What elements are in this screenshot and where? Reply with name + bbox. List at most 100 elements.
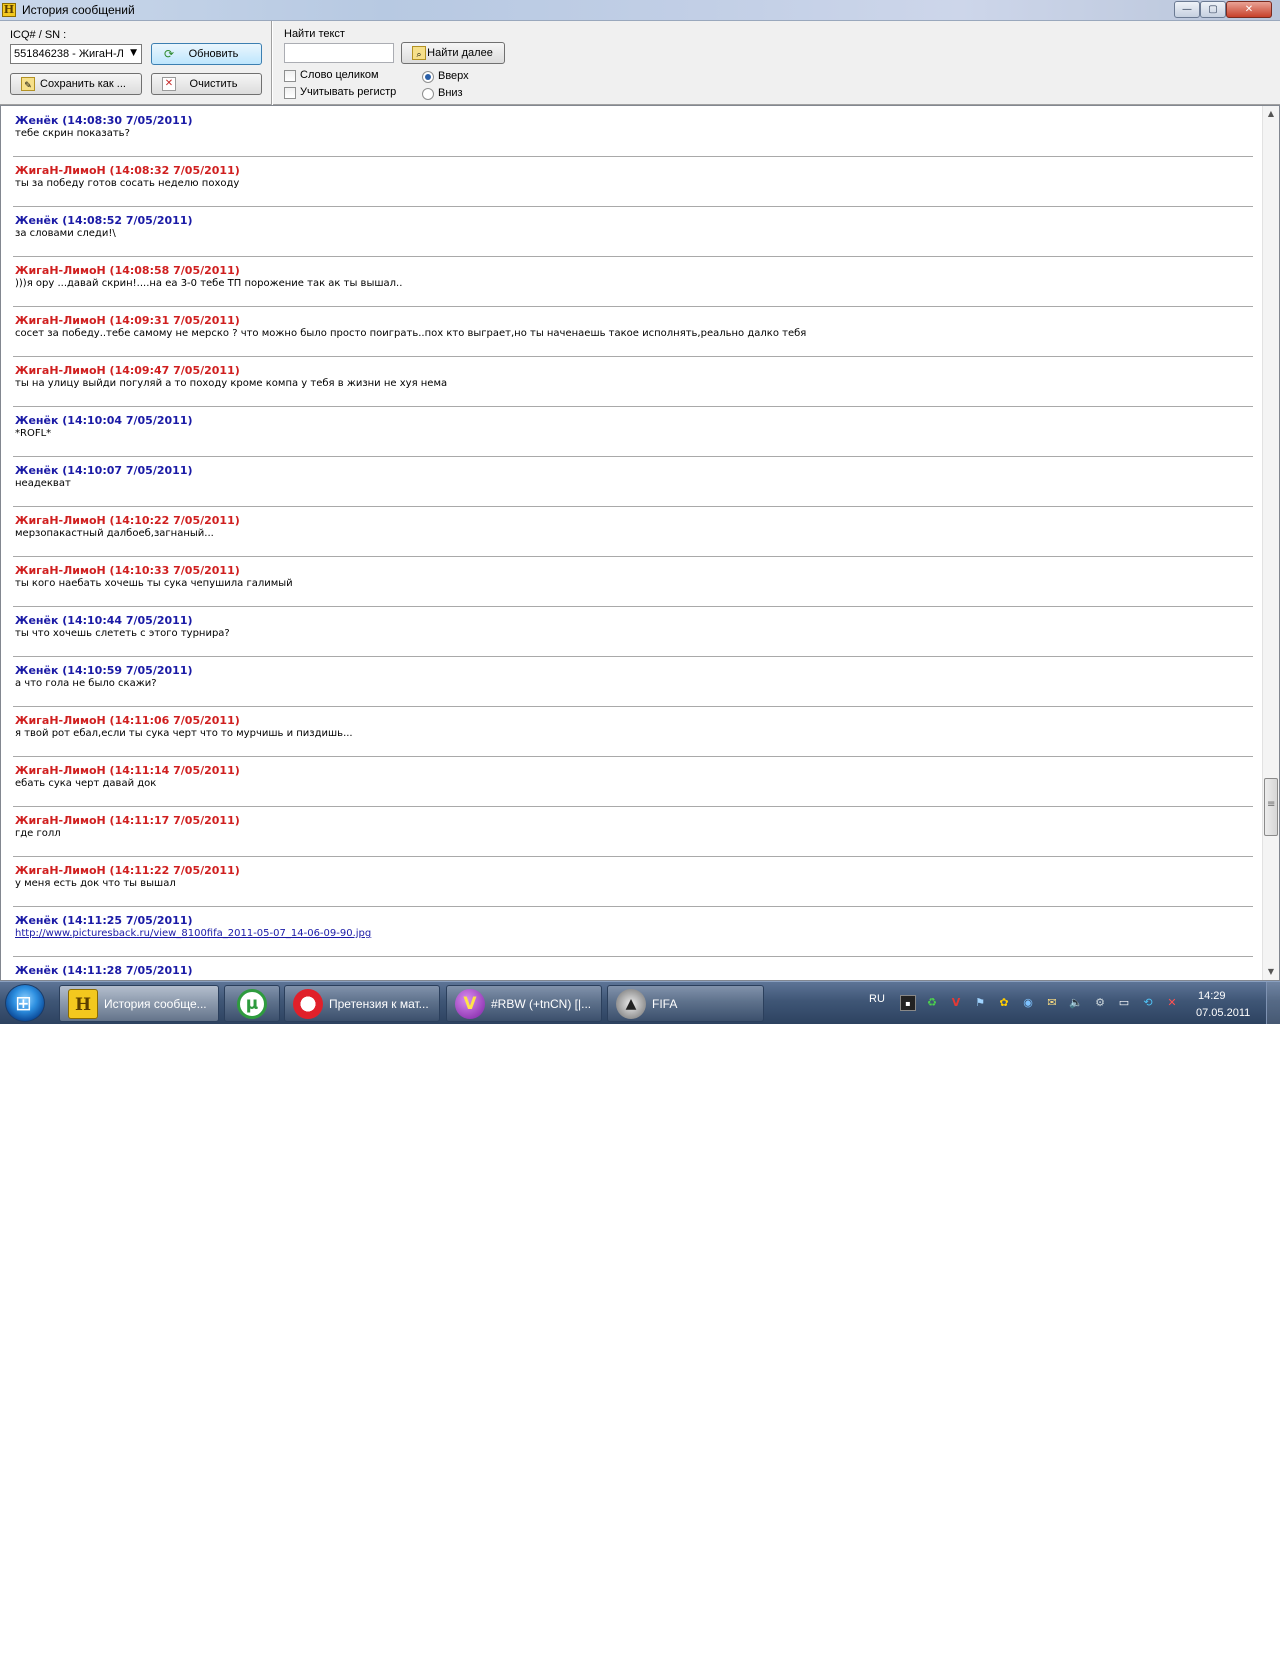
taskbar-item-label: #RBW (+tnCN) [|...	[491, 997, 592, 1011]
find-next-button[interactable]: ⌕ Найти далее	[401, 42, 505, 64]
message-text: ебать сука черт давай док	[15, 778, 157, 789]
start-button[interactable]	[5, 984, 45, 1022]
message-separator	[13, 706, 1253, 707]
taskbar-item-label: FIFA	[652, 997, 678, 1011]
display-tray-icon[interactable]: ▭	[1116, 995, 1132, 1011]
message-text: у меня есть док что ты вышал	[15, 878, 176, 889]
utorrent-icon: µ	[237, 989, 267, 1019]
icq-select-value: 551846238 - ЖигаН-Л	[14, 48, 124, 60]
history-app-icon: H	[68, 989, 98, 1019]
network-disconnected-tray-icon[interactable]: ✕	[1164, 995, 1180, 1011]
message-separator	[13, 906, 1253, 907]
direction-up-label: Вверх	[438, 70, 469, 82]
whole-word-label: Слово целиком	[300, 69, 379, 81]
message-header: ЖигаН-ЛимоН (14:09:31 7/05/2011)	[15, 314, 240, 327]
clear-button[interactable]: ✕ Очистить	[151, 73, 262, 95]
message-header: ЖигаН-ЛимоН (14:11:06 7/05/2011)	[15, 714, 240, 727]
clear-button-label: Очистить	[189, 78, 238, 90]
find-text-input[interactable]	[284, 43, 394, 63]
title-bar[interactable]: H История сообщений — ▢ ✕	[0, 0, 1280, 21]
volume-tray-icon[interactable]: 🔈	[1068, 995, 1084, 1011]
message-link[interactable]: http://www.picturesback.ru/view_8100fifa…	[15, 928, 371, 939]
find-text-label: Найти текст	[284, 28, 345, 40]
screen: H История сообщений — ▢ ✕ ICQ# / SN : 55…	[0, 0, 1280, 1024]
save-as-button[interactable]: ✎ Сохранить как ...	[10, 73, 142, 95]
message-text: ты кого наебать хочешь ты сука чепушила …	[15, 578, 293, 589]
message-text: ты что хочешь слететь с этого турнира?	[15, 628, 230, 639]
message-text: тебе скрин показать?	[15, 128, 130, 139]
taskbar-item-label: История сообще...	[104, 997, 207, 1011]
message-item: ЖигаН-ЛимоН (14:10:33 7/05/2011) ты кого …	[13, 564, 1253, 614]
toolbar-panel: ICQ# / SN : 551846238 - ЖигаН-Л ▼ ⟳ Обно…	[0, 21, 1280, 105]
minimize-button[interactable]: —	[1174, 1, 1200, 18]
find-next-button-label: Найти далее	[427, 47, 493, 59]
direction-down-label: Вниз	[438, 87, 463, 99]
message-text: сосет за победу..тебе самому не мерско ?…	[15, 328, 807, 339]
match-case-label: Учитывать регистр	[300, 86, 397, 98]
monitor-tray-icon[interactable]: ▪	[900, 995, 916, 1011]
message-item: ЖигаН-ЛимоН (14:11:06 7/05/2011) я твой р…	[13, 714, 1253, 764]
fifa-icon: ▲	[616, 989, 646, 1019]
message-header: Женёк (14:10:59 7/05/2011)	[15, 664, 193, 677]
show-desktop-button[interactable]	[1266, 982, 1280, 1024]
language-indicator[interactable]: RU	[869, 993, 885, 1005]
taskbar-item-irc[interactable]: V #RBW (+tnCN) [|...	[446, 985, 602, 1022]
message-text: неадекват	[15, 478, 71, 489]
taskbar-item-utorrent[interactable]: µ	[224, 985, 280, 1022]
message-text: мерзопакастный далбоеб,загнаный...	[15, 528, 214, 539]
maximize-button[interactable]: ▢	[1200, 1, 1226, 18]
opera-icon: O	[293, 989, 323, 1019]
devices-tray-icon[interactable]: ⚙	[1092, 995, 1108, 1011]
message-separator	[13, 806, 1253, 807]
message-item: ЖигаН-ЛимоН (14:09:47 7/05/2011) ты на ул…	[13, 364, 1253, 414]
game-tray-icon[interactable]: ✿	[996, 995, 1012, 1011]
irc-client-icon: V	[455, 989, 485, 1019]
message-separator	[13, 606, 1253, 607]
close-button[interactable]: ✕	[1226, 1, 1272, 18]
message-separator	[13, 506, 1253, 507]
direction-up-radio[interactable]	[422, 71, 434, 83]
scrollbar-thumb[interactable]	[1264, 778, 1278, 836]
direction-down-radio[interactable]	[422, 88, 434, 100]
clock-date[interactable]: 07.05.2011	[1196, 1007, 1250, 1019]
vertical-scrollbar[interactable]: ▲ ▼	[1262, 106, 1279, 980]
whole-word-checkbox[interactable]	[284, 70, 296, 82]
message-header: ЖигаН-ЛимоН (14:08:32 7/05/2011)	[15, 164, 240, 177]
recycle-tray-icon[interactable]: ♻	[924, 995, 940, 1011]
taskbar-item-opera[interactable]: O Претензия к мат...	[284, 985, 440, 1022]
taskbar-item-label: Претензия к мат...	[329, 997, 429, 1011]
message-header: Женёк (14:11:28 7/05/2011)	[15, 964, 193, 977]
message-item: Женёк (14:10:44 7/05/2011) ты что хочешь …	[13, 614, 1253, 664]
message-item: Женёк (14:08:52 7/05/2011) за словами сле…	[13, 214, 1253, 264]
message-item: ЖигаН-ЛимоН (14:08:32 7/05/2011) ты за по…	[13, 164, 1253, 214]
message-item: ЖигаН-ЛимоН (14:11:22 7/05/2011) у меня е…	[13, 864, 1253, 914]
message-separator	[13, 206, 1253, 207]
message-text: а что гола не было скажи?	[15, 678, 157, 689]
match-case-checkbox[interactable]	[284, 87, 296, 99]
message-item: ЖигаН-ЛимоН (14:08:58 7/05/2011))))я ору…	[13, 264, 1253, 314]
icq-account-select[interactable]: 551846238 - ЖигаН-Л ▼	[10, 44, 142, 64]
message-item: ЖигаН-ЛимоН (14:10:22 7/05/2011) мерзопак…	[13, 514, 1253, 564]
message-header: Женёк (14:10:04 7/05/2011)	[15, 414, 193, 427]
scroll-up-icon[interactable]: ▲	[1263, 106, 1279, 122]
message-header: Женёк (14:10:07 7/05/2011)	[15, 464, 193, 477]
message-separator	[13, 156, 1253, 157]
message-header: Женёк (14:11:25 7/05/2011)	[15, 914, 193, 927]
update-tray-icon[interactable]: ◉	[1020, 995, 1036, 1011]
taskbar-item-history[interactable]: H История сообще...	[59, 985, 219, 1022]
message-separator	[13, 756, 1253, 757]
message-separator	[13, 456, 1253, 457]
clock-time[interactable]: 14:29	[1198, 990, 1226, 1002]
sync-tray-icon[interactable]: ⟲	[1140, 995, 1156, 1011]
network-tray-icon[interactable]: ⚑	[972, 995, 988, 1011]
taskbar-item-fifa[interactable]: ▲ FIFA	[607, 985, 764, 1022]
message-history[interactable]: Женёк (14:08:30 7/05/2011) тебе скрин пок…	[0, 105, 1280, 981]
chevron-down-icon: ▼	[130, 48, 137, 58]
antivirus-tray-icon[interactable]: V	[948, 995, 964, 1011]
message-header: Женёк (14:10:44 7/05/2011)	[15, 614, 193, 627]
message-item: ЖигаН-ЛимоН (14:09:31 7/05/2011) сосет за…	[13, 314, 1253, 364]
message-item: Женёк (14:10:07 7/05/2011) неадекват	[13, 464, 1253, 514]
notes-tray-icon[interactable]: ✉	[1044, 995, 1060, 1011]
refresh-button[interactable]: ⟳ Обновить	[151, 43, 262, 65]
scroll-down-icon[interactable]: ▼	[1263, 964, 1279, 980]
